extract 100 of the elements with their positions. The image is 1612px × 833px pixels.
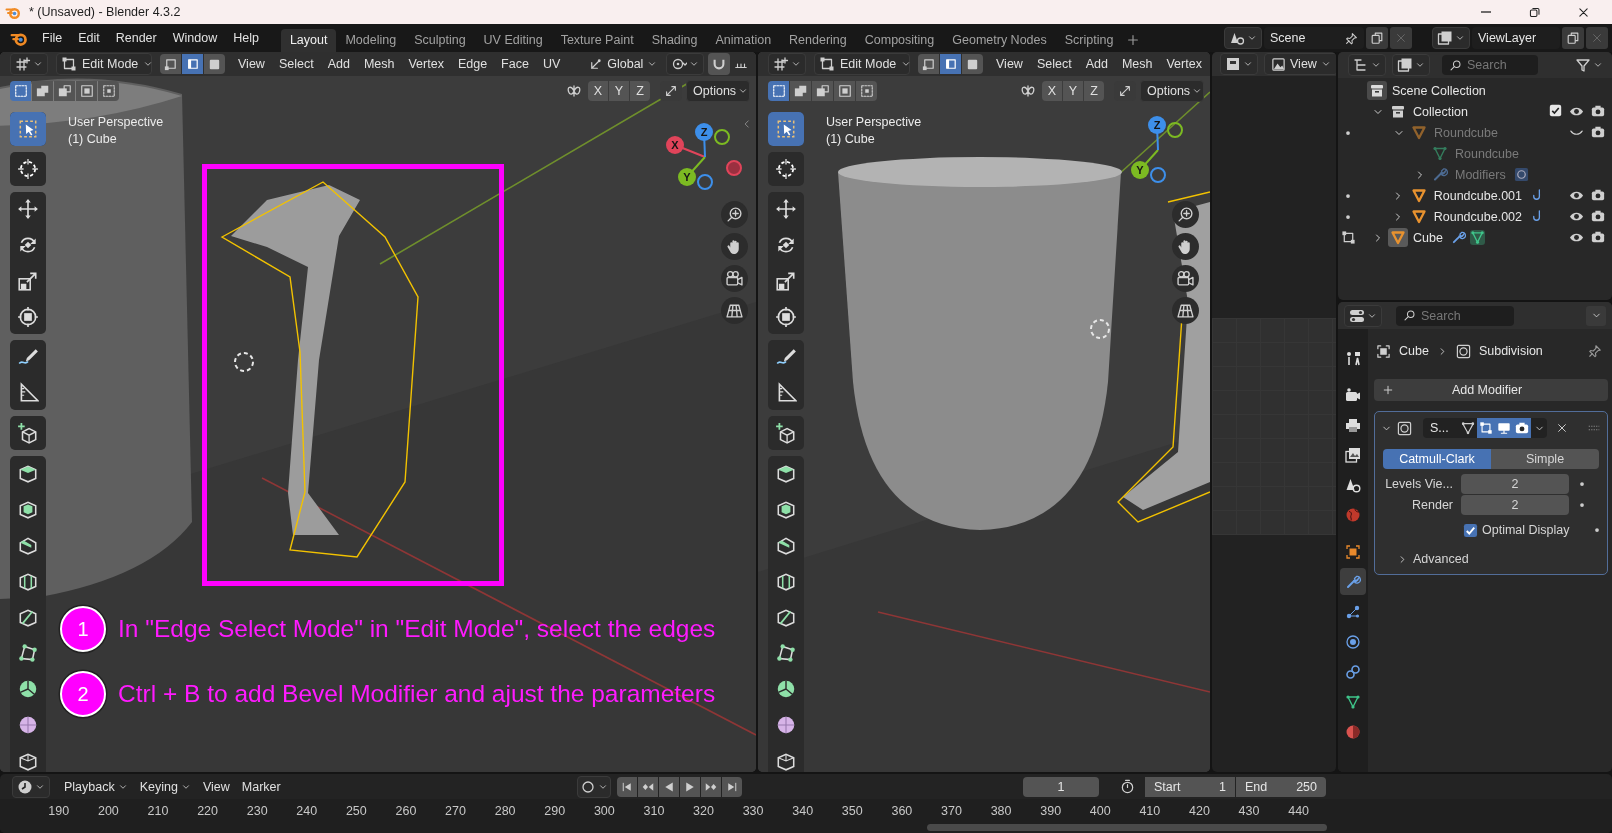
- workspace-tab[interactable]: Sculpting: [405, 29, 475, 52]
- frame-number: 250: [344, 803, 368, 820]
- search-field[interactable]: Search: [1396, 305, 1514, 326]
- frame-number: 300: [592, 803, 616, 820]
- end-frame-field[interactable]: End 250: [1236, 776, 1326, 797]
- menu-item[interactable]: View: [196, 779, 236, 794]
- outliner-item[interactable]: Cube: [1413, 230, 1443, 245]
- scene-field[interactable]: Scene: [1264, 27, 1364, 49]
- workspace-tab[interactable]: Compositing: [855, 29, 944, 52]
- breadcrumb-item: Subdivision: [1478, 344, 1543, 358]
- checkbox-label[interactable]: Optimal Display: [1482, 523, 1582, 537]
- number-field[interactable]: 2: [1461, 474, 1569, 494]
- viewport-info: User Perspective: [68, 114, 164, 131]
- mode-dropdown[interactable]: Edit Mode: [56, 53, 152, 75]
- frame-number: 220: [196, 803, 219, 820]
- viewport-info: (1) Cube: [826, 131, 876, 148]
- menu-item[interactable]: Add: [320, 57, 357, 71]
- menu-item[interactable]: Select: [1029, 57, 1079, 71]
- menu-item[interactable]: Window: [164, 24, 226, 52]
- frame-number: 350: [840, 803, 864, 820]
- workspace-tab[interactable]: Animation: [706, 29, 781, 52]
- axis-toggle[interactable]: Y: [609, 81, 629, 101]
- axis-toggle[interactable]: X: [1042, 81, 1062, 101]
- viewport-info: User Perspective: [826, 114, 922, 131]
- workspace-tab[interactable]: Texture Paint: [551, 29, 643, 52]
- outliner-item[interactable]: Scene Collection: [1392, 83, 1486, 98]
- outliner-item[interactable]: Roundcube.002: [1433, 209, 1522, 224]
- menu-item[interactable]: Add: [1078, 57, 1115, 71]
- menu-dropdown[interactable]: Playback: [58, 779, 134, 794]
- menu-item[interactable]: File: [34, 24, 71, 52]
- menu-item[interactable]: Select: [271, 57, 321, 71]
- menu-item[interactable]: Render: [107, 24, 165, 52]
- menu-dropdown[interactable]: Keying: [133, 779, 197, 794]
- frame-number: 310: [642, 803, 666, 820]
- frame-number: 270: [444, 803, 467, 820]
- frame-number: 320: [692, 803, 715, 820]
- menu-item[interactable]: UV: [535, 57, 568, 71]
- breadcrumb-item: Cube: [1399, 344, 1429, 358]
- workspace-tab[interactable]: Shading: [642, 29, 707, 52]
- step-instruction: Ctrl + B to add Bevel Modifier and ajust the parameters: [118, 680, 716, 708]
- axis-toggle[interactable]: X: [588, 81, 608, 101]
- frame-number: 230: [245, 803, 269, 820]
- frame-number: 360: [890, 803, 914, 820]
- field-label: Levels Vie...: [1384, 477, 1454, 491]
- menu-item[interactable]: View: [989, 57, 1030, 71]
- search-field[interactable]: Search: [1442, 55, 1538, 75]
- menu-item[interactable]: Marker: [235, 779, 287, 794]
- menu-item[interactable]: Mesh: [356, 57, 402, 71]
- mode-dropdown[interactable]: Edit Mode: [814, 53, 910, 75]
- outliner-item[interactable]: Roundcube.001: [1433, 188, 1522, 203]
- view-layer-field[interactable]: ViewLayer: [1472, 27, 1560, 49]
- options-dropdown[interactable]: Options: [1140, 80, 1204, 102]
- outliner-item[interactable]: Collection: [1413, 104, 1468, 119]
- frame-number: 410: [1138, 803, 1162, 820]
- menu-item[interactable]: Vertex: [401, 57, 451, 71]
- workspace-tab[interactable]: Modeling: [336, 29, 406, 52]
- add-modifier-button[interactable]: Add Modifier: [1374, 379, 1608, 401]
- workspace-tab[interactable]: Layout: [280, 29, 337, 52]
- menu-item[interactable]: Face: [494, 57, 536, 71]
- number-field[interactable]: 2: [1461, 495, 1569, 515]
- frame-number: 440: [1287, 803, 1311, 820]
- menu-item[interactable]: Mesh: [1114, 57, 1160, 71]
- segment-button[interactable]: Simple: [1491, 449, 1599, 469]
- outliner-item[interactable]: Modifiers: [1455, 167, 1506, 182]
- current-frame-field[interactable]: 1: [1023, 776, 1099, 797]
- window-title: * (Unsaved) - Blender 4.3.2: [29, 5, 181, 19]
- frame-number: 400: [1088, 803, 1112, 820]
- axis-toggle[interactable]: Z: [1084, 81, 1104, 101]
- frame-number: 340: [791, 803, 815, 820]
- workspace-tab[interactable]: Geometry Nodes: [943, 29, 1056, 52]
- menu-item[interactable]: Vertex: [1159, 57, 1209, 71]
- viewport-info: (1) Cube: [68, 131, 118, 148]
- frame-number: 260: [394, 803, 418, 820]
- subpanel-toggle[interactable]: Advanced: [1381, 552, 1601, 566]
- axis-toggle[interactable]: Z: [630, 81, 650, 101]
- orientation-dropdown[interactable]: Global: [583, 53, 663, 75]
- frame-number: 280: [493, 803, 517, 820]
- frame-number: 240: [295, 803, 319, 820]
- view-dropdown[interactable]: View: [1264, 53, 1336, 75]
- workspace-tab[interactable]: UV Editing: [474, 29, 552, 52]
- frame-number: 200: [96, 803, 120, 820]
- menu-item[interactable]: Edge: [450, 57, 495, 71]
- options-dropdown[interactable]: Options: [686, 80, 750, 102]
- frame-number: 420: [1188, 803, 1211, 820]
- frame-number: 190: [47, 803, 71, 820]
- frame-number: 330: [741, 803, 765, 820]
- workspace-tab[interactable]: Rendering: [780, 29, 856, 52]
- menu-item[interactable]: Help: [225, 24, 267, 52]
- frame-number: 370: [940, 803, 963, 820]
- step-instruction: In "Edge Select Mode" in "Edit Mode", select the edges: [118, 615, 716, 643]
- frame-number: 430: [1237, 803, 1261, 820]
- axis-toggle[interactable]: Y: [1063, 81, 1083, 101]
- start-frame-field[interactable]: Start 1: [1145, 776, 1235, 797]
- menu-item[interactable]: Edit: [70, 24, 108, 52]
- segment-button[interactable]: Catmull-Clark: [1383, 449, 1491, 469]
- frame-number: 390: [1039, 803, 1063, 820]
- field-label: Render: [1411, 498, 1454, 512]
- frame-number: 380: [989, 803, 1013, 820]
- workspace-tab[interactable]: Scripting: [1055, 29, 1123, 52]
- menu-item[interactable]: View: [231, 57, 272, 71]
